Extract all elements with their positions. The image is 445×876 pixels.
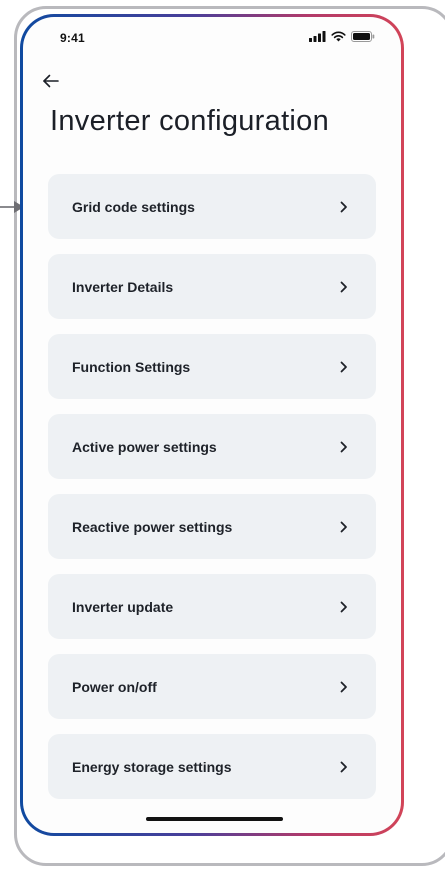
chevron-right-icon <box>340 441 348 453</box>
menu-item-inverter-update[interactable]: Inverter update <box>48 574 376 639</box>
menu-item-label: Active power settings <box>72 438 217 455</box>
menu-item-power-on-off[interactable]: Power on/off <box>48 654 376 719</box>
settings-menu: Grid code settings Inverter Details Func… <box>48 174 376 799</box>
menu-item-reactive-power-settings[interactable]: Reactive power settings <box>48 494 376 559</box>
menu-item-label: Function Settings <box>72 358 191 375</box>
menu-item-label: Energy storage settings <box>72 758 232 775</box>
arrow-left-icon <box>43 74 59 88</box>
menu-item-energy-storage-settings[interactable]: Energy storage settings <box>48 734 376 799</box>
screen: 9:41 Inverter configuration Grid code se… <box>0 0 445 876</box>
status-time: 9:41 <box>60 31 85 45</box>
menu-item-label: Grid code settings <box>72 198 195 215</box>
menu-item-inverter-details[interactable]: Inverter Details <box>48 254 376 319</box>
status-icons <box>309 31 375 42</box>
phone-outline: 9:41 Inverter configuration Grid code se… <box>20 14 404 836</box>
menu-item-active-power-settings[interactable]: Active power settings <box>48 414 376 479</box>
battery-icon <box>351 31 375 42</box>
phone-screen: 9:41 Inverter configuration Grid code se… <box>23 17 401 833</box>
signal-icon <box>309 31 326 42</box>
chevron-right-icon <box>340 761 348 773</box>
chevron-right-icon <box>340 201 348 213</box>
wifi-icon <box>331 31 346 42</box>
chevron-right-icon <box>340 361 348 373</box>
menu-item-label: Reactive power settings <box>72 518 233 535</box>
menu-item-function-settings[interactable]: Function Settings <box>48 334 376 399</box>
menu-item-grid-code-settings[interactable]: Grid code settings <box>48 174 376 239</box>
back-button[interactable] <box>37 69 65 93</box>
chevron-right-icon <box>340 281 348 293</box>
menu-item-label: Inverter update <box>72 598 174 615</box>
chevron-right-icon <box>340 521 348 533</box>
menu-item-label: Inverter Details <box>72 278 174 295</box>
menu-item-label: Power on/off <box>72 678 157 695</box>
chevron-right-icon <box>340 681 348 693</box>
home-indicator[interactable] <box>146 817 283 821</box>
page-title: Inverter configuration <box>50 105 330 137</box>
chevron-right-icon <box>340 601 348 613</box>
status-bar: 9:41 <box>23 17 401 61</box>
